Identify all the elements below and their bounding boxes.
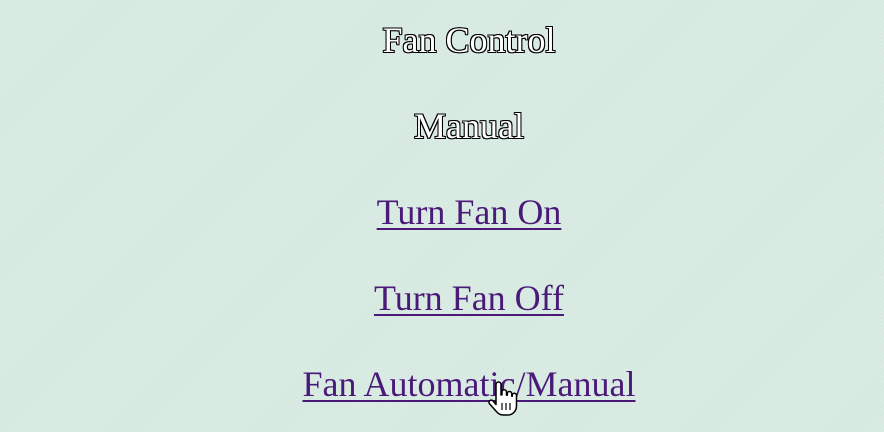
mode-status: Manual [414,106,524,146]
page-title: Fan Control [382,20,556,60]
turn-fan-on-link[interactable]: Turn Fan On [377,192,562,232]
fan-automatic-manual-link[interactable]: Fan Automatic/Manual [303,364,636,404]
fan-control-page: Fan Control Manual Turn Fan On Turn Fan … [0,0,884,432]
turn-fan-off-link[interactable]: Turn Fan Off [374,278,564,318]
